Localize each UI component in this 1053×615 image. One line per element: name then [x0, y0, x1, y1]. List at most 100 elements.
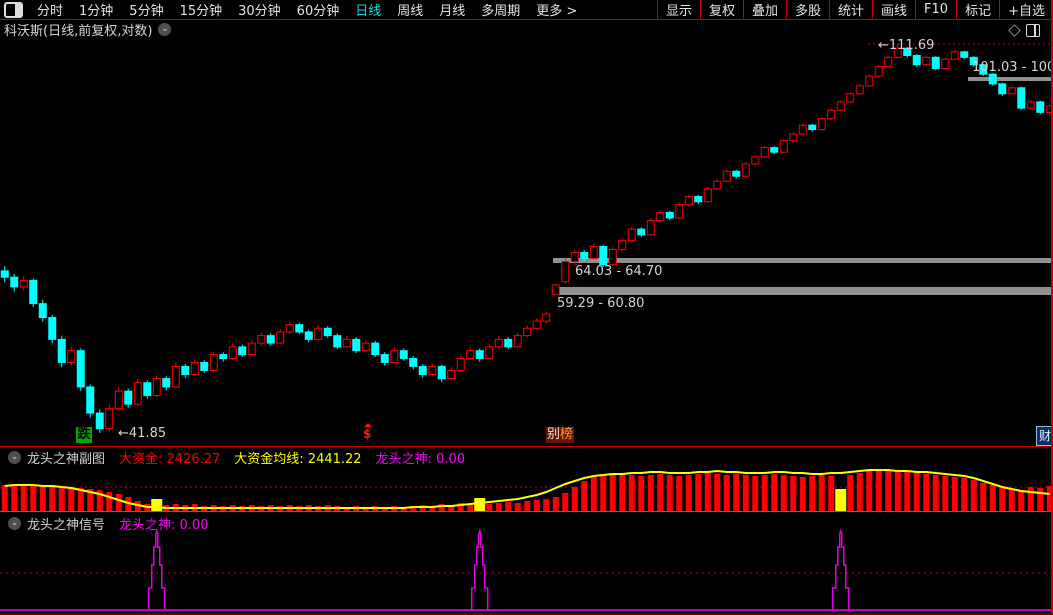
main-candlestick-chart[interactable]	[0, 38, 1053, 446]
candle-body	[485, 346, 494, 359]
period-tab[interactable]: 分时	[29, 0, 71, 19]
candle-body	[713, 180, 722, 190]
toolbar-button[interactable]: 统计	[829, 0, 872, 19]
candle-body	[447, 369, 456, 380]
aux-bar	[828, 476, 835, 511]
aux-bar	[514, 503, 521, 511]
price-range-band	[968, 77, 1053, 81]
title-bar: 科沃斯(日线,前复权,对数) ⌄	[0, 20, 1053, 39]
aux-bar	[980, 483, 987, 511]
aux-bar	[1018, 491, 1025, 511]
candle-body	[1026, 101, 1035, 109]
candle-body	[143, 382, 152, 396]
candle-body	[808, 124, 817, 131]
toolbar-button[interactable]: 画线	[872, 0, 915, 19]
candle-body	[390, 350, 399, 363]
aux-bar	[809, 476, 816, 511]
candle-body	[57, 338, 66, 363]
chevron-down-icon[interactable]: ⌄	[8, 517, 21, 530]
period-tab[interactable]: 周线	[389, 0, 431, 19]
aux-bar	[818, 475, 825, 511]
candle-body	[618, 240, 627, 250]
candle-body	[665, 211, 674, 219]
candle-body	[722, 170, 731, 182]
candle-body	[190, 361, 199, 375]
aux-bar	[68, 487, 75, 511]
candle-body	[656, 211, 665, 222]
candle-body	[950, 51, 959, 60]
candle-body	[162, 378, 171, 388]
period-tab[interactable]: 月线	[431, 0, 473, 19]
toolbar-button[interactable]: 显示	[656, 0, 700, 19]
candle-body	[361, 342, 370, 352]
candle-body	[380, 354, 389, 363]
chevron-down-icon[interactable]: ⌄	[158, 22, 172, 36]
period-tab[interactable]: 15分钟	[172, 0, 231, 19]
aux-bar	[723, 475, 730, 511]
candle-body	[760, 147, 769, 158]
dividend-marker[interactable]: $	[363, 423, 373, 440]
aux-bar	[676, 476, 683, 511]
candle-body	[532, 320, 541, 329]
candle-body	[542, 313, 551, 322]
aux-bar	[704, 473, 711, 511]
toolbar-button[interactable]: 标记	[956, 0, 999, 19]
candle-body	[770, 147, 779, 153]
toolbar-button[interactable]: 复权	[699, 0, 743, 19]
candle-body	[494, 338, 503, 348]
signal-panel-header: ⌄ 龙头之神信号 龙头之神: 0.00	[2, 514, 208, 533]
trading-app-window: 分时 1分钟 5分钟 15分钟 30分钟 60分钟 日线 周线 月线 多周期 更多 > 显示 复权 叠加…	[0, 0, 1053, 615]
candle-body	[827, 109, 836, 120]
aux-bar	[790, 476, 797, 511]
candle-body	[561, 261, 570, 283]
period-menu: 分时 1分钟 5分钟 15分钟 30分钟 60分钟 日线 周线 月线 多周期 更多 >	[29, 0, 585, 19]
panel-layout-icon[interactable]	[1026, 24, 1040, 37]
candle-body	[314, 327, 323, 340]
aux-bar	[733, 474, 740, 511]
candle-body	[694, 196, 703, 203]
period-tab[interactable]: 1分钟	[71, 0, 121, 19]
layout-split-icon[interactable]	[4, 1, 23, 18]
candle-body	[884, 56, 893, 68]
candle-body	[304, 331, 313, 340]
period-tab[interactable]: 30分钟	[230, 0, 289, 19]
aux-bar	[761, 475, 768, 511]
candle-body	[219, 354, 228, 359]
aux-panel-stats: 大资金: 2426.27 大资金均线: 2441.22 龙头之神: 0.00	[119, 448, 479, 467]
candle-body	[295, 324, 304, 333]
candle-body	[523, 327, 532, 337]
aux-bar	[505, 502, 512, 511]
aux-bar	[552, 497, 559, 511]
aux-bar	[847, 475, 854, 511]
candle-body	[19, 279, 28, 288]
period-tab[interactable]: 60分钟	[289, 0, 348, 19]
toolbar-button[interactable]: F10	[915, 0, 956, 19]
candle-body	[675, 203, 684, 219]
period-tab[interactable]: 多周期	[473, 0, 528, 19]
toolbar-button[interactable]: 叠加	[742, 0, 786, 19]
aux-bar	[875, 469, 882, 511]
rank-list-badge[interactable]: 别 榜	[546, 427, 575, 443]
candle-body	[627, 228, 636, 242]
candle-body	[86, 386, 95, 414]
aux-bar	[856, 473, 863, 511]
candle-body	[48, 317, 57, 340]
candle-body	[209, 354, 218, 371]
candle-body	[323, 327, 332, 337]
toolbar-button[interactable]: 多股	[786, 0, 829, 19]
aux-bar	[600, 475, 607, 511]
price-range-label-top: 101.03 - 100.0	[972, 60, 1053, 75]
candle-body	[10, 276, 19, 288]
period-tab[interactable]: 5分钟	[121, 0, 171, 19]
candle-body	[703, 188, 712, 203]
chevron-down-icon[interactable]: ⌄	[8, 451, 21, 464]
candle-body	[732, 170, 741, 177]
period-tab[interactable]: 更多 >	[528, 0, 585, 19]
diamond-icon[interactable]	[1008, 24, 1021, 37]
price-range-band	[553, 287, 1053, 295]
candle-body	[1036, 101, 1045, 113]
toolbar-button[interactable]: +自选	[999, 0, 1053, 19]
candle-body	[114, 390, 123, 410]
aux-bar	[999, 487, 1006, 511]
period-tab[interactable]: 日线	[347, 0, 389, 19]
